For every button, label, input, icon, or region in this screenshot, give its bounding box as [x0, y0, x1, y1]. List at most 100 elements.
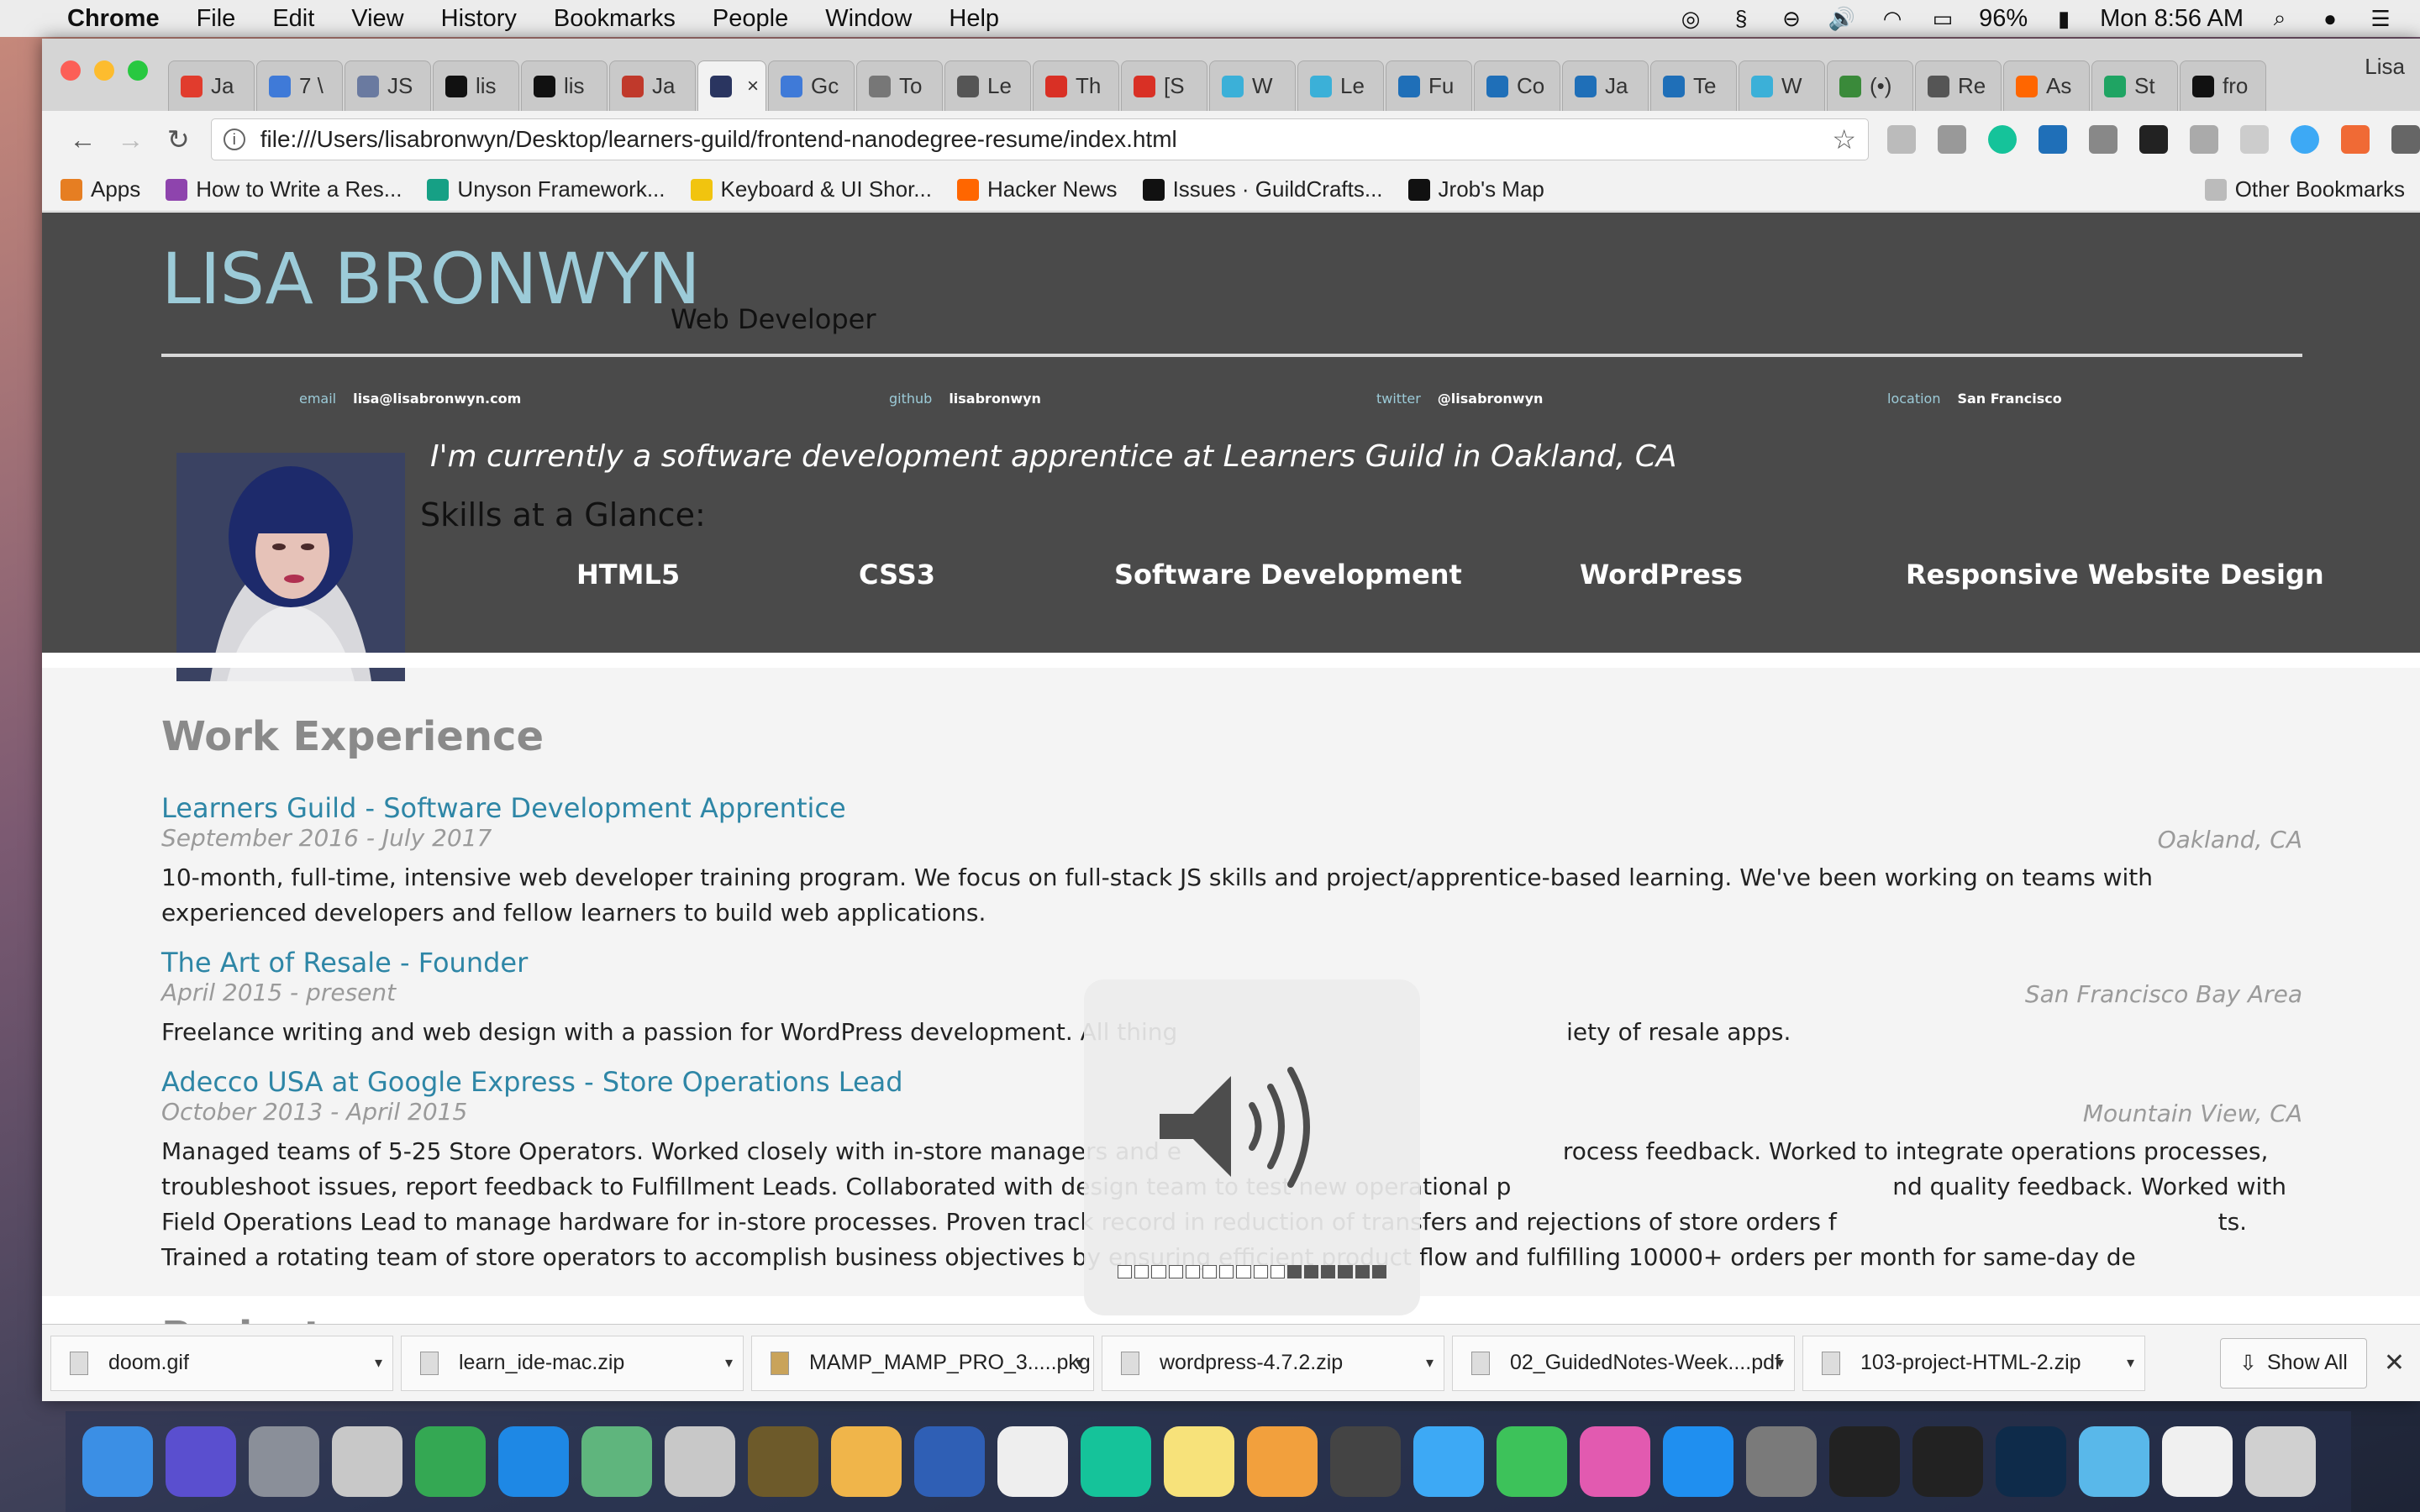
battery-icon[interactable]: ▮ — [2049, 6, 2078, 31]
chevron-down-icon[interactable]: ▾ — [2127, 1354, 2134, 1372]
menu-app-name[interactable]: Chrome — [49, 5, 178, 33]
other-bookmarks-folder[interactable]: Other Bookmarks — [2204, 176, 2405, 202]
download-item[interactable]: MAMP_MAMP_PRO_3.....pkg ▾ — [751, 1335, 1094, 1391]
do-not-disturb-icon[interactable]: ⊖ — [1777, 6, 1806, 31]
bookmark-item[interactable]: Apps — [60, 176, 140, 202]
address-bar[interactable]: i file:///Users/lisabronwyn/Desktop/lear… — [210, 118, 1869, 160]
url-text[interactable]: file:///Users/lisabronwyn/Desktop/learne… — [260, 126, 1177, 153]
tab[interactable]: Le — [944, 60, 1031, 111]
unknown-icon[interactable] — [332, 1426, 402, 1497]
bookmark-item[interactable]: Hacker News — [956, 176, 1118, 202]
download-item[interactable]: doom.gif ▾ — [50, 1335, 393, 1391]
extension-icon[interactable] — [2039, 125, 2067, 154]
extension-icon[interactable] — [2240, 125, 2269, 154]
system-preferences-icon[interactable] — [1746, 1426, 1817, 1497]
contact-value[interactable]: lisa@lisabronwyn.com — [353, 391, 521, 407]
grammarly-extension-icon[interactable] — [1988, 125, 2017, 154]
menu-people[interactable]: People — [694, 5, 807, 33]
chevron-down-icon[interactable]: ▾ — [1076, 1354, 1083, 1372]
trash-icon[interactable] — [2245, 1426, 2316, 1497]
tab[interactable]: 7 \ — [256, 60, 343, 111]
info-icon[interactable]: i — [223, 129, 245, 150]
extension-icon[interactable] — [1887, 125, 1916, 154]
safari-icon[interactable] — [498, 1426, 569, 1497]
chrome-icon[interactable] — [415, 1426, 486, 1497]
bookmark-item[interactable]: Jrob's Map — [1407, 176, 1544, 202]
notes-icon[interactable] — [1164, 1426, 1234, 1497]
close-icon[interactable]: ✕ — [2384, 1348, 2405, 1378]
show-all-downloads-button[interactable]: ⇩ Show All — [2220, 1337, 2367, 1389]
job-title-link[interactable]: Learners Guild - Software Development Ap… — [161, 792, 2302, 824]
tab[interactable]: Ja — [1562, 60, 1649, 111]
tab[interactable]: Te — [1650, 60, 1737, 111]
menu-bookmarks[interactable]: Bookmarks — [535, 5, 694, 33]
download-item[interactable]: wordpress-4.7.2.zip ▾ — [1102, 1335, 1444, 1391]
tab-close-icon[interactable]: × — [747, 75, 759, 98]
tab[interactable]: Co — [1474, 60, 1560, 111]
tab[interactable]: As — [2003, 60, 2090, 111]
scrivener-icon[interactable] — [997, 1426, 1068, 1497]
launchpad-icon[interactable] — [249, 1426, 319, 1497]
spotlight-search-icon[interactable]: ⌕ — [2265, 5, 2294, 31]
extension-icon[interactable] — [2341, 125, 2370, 154]
photos-icon[interactable] — [1247, 1426, 1318, 1497]
job-title-link[interactable]: The Art of Resale - Founder — [161, 947, 2302, 979]
minimize-window-button[interactable] — [94, 60, 114, 81]
document-icon[interactable] — [2162, 1426, 2233, 1497]
tab[interactable]: Gc — [768, 60, 855, 111]
contact-value[interactable]: lisabronwyn — [949, 391, 1041, 407]
screenshot-icon[interactable] — [1330, 1426, 1401, 1497]
contact-value[interactable]: @lisabronwyn — [1438, 391, 1544, 407]
reload-icon[interactable]: ↻ — [155, 123, 203, 155]
messages-icon[interactable] — [1413, 1426, 1484, 1497]
tab[interactable]: lis — [433, 60, 519, 111]
clock[interactable]: Mon 8:56 AM — [2100, 5, 2244, 33]
scrum-icon[interactable] — [914, 1426, 985, 1497]
app-store-icon[interactable] — [1663, 1426, 1733, 1497]
tab[interactable]: [S — [1121, 60, 1207, 111]
forward-arrow-icon[interactable]: → — [107, 124, 155, 155]
menu-edit[interactable]: Edit — [254, 5, 333, 33]
extension-icon[interactable] — [2291, 125, 2319, 154]
tab[interactable]: W — [1209, 60, 1296, 111]
back-arrow-icon[interactable]: ← — [59, 124, 107, 155]
tab[interactable]: lis — [521, 60, 608, 111]
chevron-down-icon[interactable]: ▾ — [725, 1354, 733, 1372]
bookmark-item[interactable]: Keyboard & UI Shor... — [690, 176, 932, 202]
creative-cloud-icon[interactable]: ◎ — [1676, 6, 1705, 31]
extension-icon[interactable] — [1938, 125, 1966, 154]
tab[interactable]: Ja — [168, 60, 255, 111]
airplay-icon[interactable]: ▭ — [1928, 6, 1957, 31]
chrome-menu-icon[interactable] — [2391, 125, 2420, 154]
download-item[interactable]: 02_GuidedNotes-Week....pdf ▾ — [1452, 1335, 1795, 1391]
chevron-down-icon[interactable]: ▾ — [1426, 1354, 1434, 1372]
extension-icon[interactable] — [2089, 125, 2118, 154]
tab[interactable]: W — [1739, 60, 1825, 111]
menu-window[interactable]: Window — [807, 5, 930, 33]
tab[interactable]: Le — [1297, 60, 1384, 111]
tab[interactable]: To — [856, 60, 943, 111]
menu-file[interactable]: File — [178, 5, 255, 33]
eyedropper-extension-icon[interactable] — [2190, 125, 2218, 154]
chevron-down-icon[interactable]: ▾ — [375, 1354, 382, 1372]
tab[interactable]: Ja — [609, 60, 696, 111]
tab[interactable]: JS — [345, 60, 431, 111]
close-window-button[interactable] — [60, 60, 81, 81]
bookmark-item[interactable]: Issues · GuildCrafts... — [1142, 176, 1383, 202]
download-item[interactable]: learn_ide-mac.zip ▾ — [401, 1335, 744, 1391]
extension-icon[interactable] — [2139, 125, 2168, 154]
siri-icon[interactable] — [166, 1426, 236, 1497]
bookmark-star-icon[interactable]: ☆ — [1832, 123, 1856, 155]
tab-active[interactable]: × — [697, 60, 766, 111]
facetime-icon[interactable] — [1497, 1426, 1567, 1497]
bookmark-item[interactable]: How to Write a Res... — [166, 176, 402, 202]
itunes-icon[interactable] — [1580, 1426, 1650, 1497]
tab[interactable]: (•) — [1827, 60, 1913, 111]
download-item[interactable]: 103-project-HTML-2.zip ▾ — [1802, 1335, 2145, 1391]
wifi-icon[interactable]: ◠ — [1878, 6, 1907, 31]
tab[interactable]: fro — [2180, 60, 2266, 111]
electron-icon[interactable] — [2079, 1426, 2149, 1497]
terminal-icon[interactable] — [1912, 1426, 1983, 1497]
tab[interactable]: Re — [1915, 60, 2002, 111]
unknown-icon[interactable] — [665, 1426, 735, 1497]
